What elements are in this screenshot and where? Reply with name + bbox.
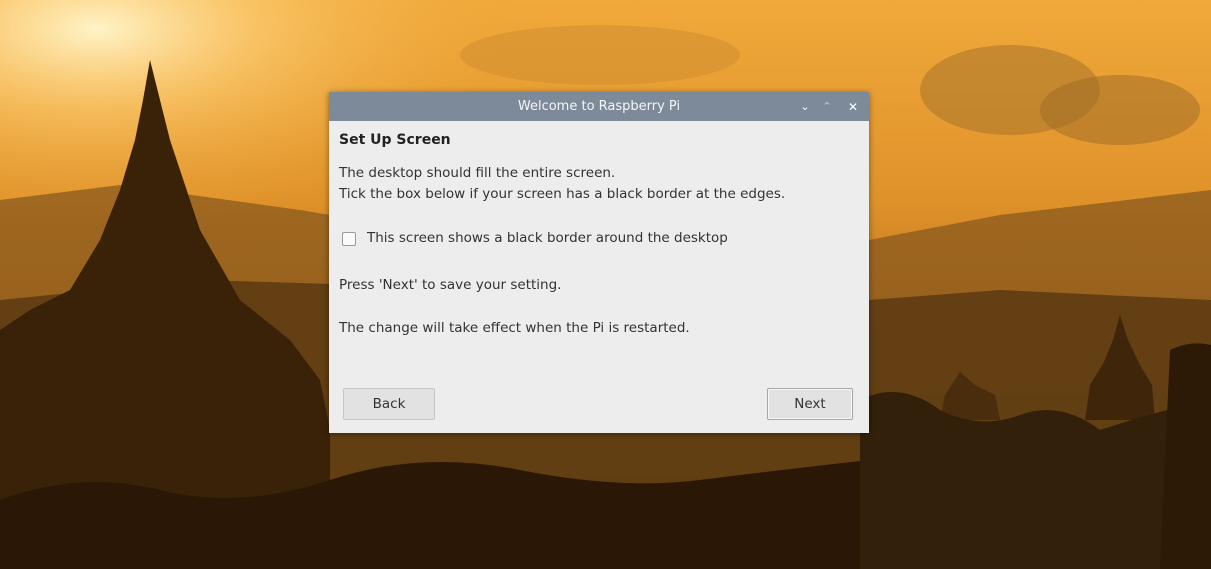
title-bar[interactable]: Welcome to Raspberry Pi ⌄ ⌃ ✕ bbox=[329, 92, 869, 121]
description-line-1: The desktop should fill the entire scree… bbox=[339, 165, 616, 181]
chevron-up-icon[interactable]: ⌃ bbox=[819, 99, 835, 115]
black-border-checkbox[interactable] bbox=[342, 232, 356, 246]
chevron-down-icon[interactable]: ⌄ bbox=[797, 99, 813, 115]
page-heading: Set Up Screen bbox=[339, 132, 451, 148]
dialog-content: Set Up Screen The desktop should fill th… bbox=[329, 121, 869, 433]
welcome-dialog: Welcome to Raspberry Pi ⌄ ⌃ ✕ Set Up Scr… bbox=[329, 92, 869, 433]
save-instruction: Press 'Next' to save your setting. bbox=[339, 277, 562, 293]
black-border-checkbox-label[interactable]: This screen shows a black border around … bbox=[367, 230, 728, 246]
window-title: Welcome to Raspberry Pi bbox=[517, 99, 681, 114]
description-line-2: Tick the box below if your screen has a … bbox=[339, 186, 786, 202]
next-button[interactable]: Next bbox=[767, 388, 853, 420]
close-icon[interactable]: ✕ bbox=[845, 99, 861, 115]
restart-notice: The change will take effect when the Pi … bbox=[339, 320, 690, 336]
back-button[interactable]: Back bbox=[343, 388, 435, 420]
